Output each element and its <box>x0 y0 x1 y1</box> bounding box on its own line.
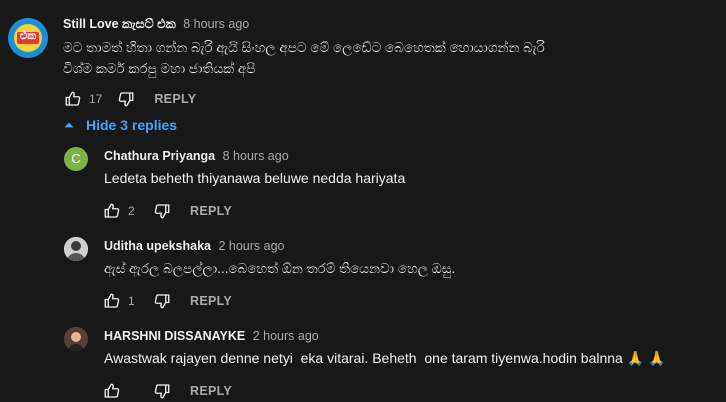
comment-header: Still Love කැසට් එක 8 hours ago <box>63 17 249 32</box>
like-button[interactable] <box>63 89 83 109</box>
avatar[interactable]: එක <box>8 18 48 58</box>
comment-author[interactable]: Still Love කැසට් එක <box>63 17 176 31</box>
reply-time[interactable]: 2 hours ago <box>253 329 319 343</box>
like-button[interactable] <box>102 291 122 311</box>
thumbs-up-icon <box>104 203 120 218</box>
reply-button[interactable]: REPLY <box>154 92 196 106</box>
comment-actions: 17 REPLY <box>63 88 196 110</box>
avatar[interactable] <box>64 327 88 351</box>
reply-author[interactable]: HARSHNI DISSANAYKE <box>104 329 245 343</box>
thumbs-up-icon <box>65 91 81 106</box>
thumbs-up-icon <box>104 293 120 308</box>
like-count: 1 <box>128 294 135 308</box>
comment-thread: එක Still Love කැසට් එක 8 hours ago මට තා… <box>0 0 726 402</box>
dislike-button[interactable] <box>116 89 136 109</box>
reply-author[interactable]: Chathura Priyanga <box>104 149 215 163</box>
avatar[interactable] <box>64 237 88 261</box>
hide-replies-label: Hide 3 replies <box>86 117 178 133</box>
avatar-letter: C <box>71 151 81 166</box>
avatar[interactable]: C <box>64 147 88 171</box>
dislike-button[interactable] <box>152 381 172 401</box>
reply-button[interactable]: REPLY <box>190 384 232 398</box>
reply-text: Ledeta beheth thiyanawa beluwe nedda har… <box>104 170 406 186</box>
dislike-button[interactable] <box>152 201 172 221</box>
reply-actions: REPLY <box>102 380 232 402</box>
reply-header: Uditha upekshaka 2 hours ago <box>104 239 285 253</box>
dislike-button[interactable] <box>152 291 172 311</box>
reply-button[interactable]: REPLY <box>190 294 232 308</box>
reply-header: Chathura Priyanga 8 hours ago <box>104 149 289 163</box>
thumbs-down-icon <box>154 384 170 399</box>
reply-text: ඇස් ඇරල බලපල්ලා...බෙහෙත් ඕන තරම් තියෙනවා… <box>104 261 456 276</box>
reply-actions: 1 REPLY <box>102 290 232 312</box>
reply-button[interactable]: REPLY <box>190 204 232 218</box>
comment-text-line-2: විශ්ම කර්ම කරපු මහා ජාතියක් අපි <box>63 61 256 76</box>
like-count: 2 <box>128 204 135 218</box>
reply-time[interactable]: 2 hours ago <box>218 239 284 253</box>
thumbs-up-icon <box>104 383 120 398</box>
like-button[interactable] <box>102 381 122 401</box>
reply-time[interactable]: 8 hours ago <box>223 149 289 163</box>
thumbs-down-icon <box>154 294 170 309</box>
reply-header: HARSHNI DISSANAYKE 2 hours ago <box>104 329 319 343</box>
hide-replies-toggle[interactable]: Hide 3 replies <box>62 117 177 133</box>
reply-author[interactable]: Uditha upekshaka <box>104 239 211 253</box>
reply-actions: 2 REPLY <box>102 200 232 222</box>
thumbs-down-icon <box>119 92 134 107</box>
avatar-logo-text: එක <box>19 30 37 42</box>
like-count: 17 <box>89 92 103 106</box>
comment-text-line-1: මට තාමත් හිතා ගන්න බැරි ඇයි සිංහල අපට මේ… <box>63 40 545 55</box>
like-button[interactable] <box>102 201 122 221</box>
comment-time[interactable]: 8 hours ago <box>183 17 249 31</box>
thumbs-down-icon <box>154 204 170 219</box>
chevron-up-icon <box>64 122 74 128</box>
reply-text: Awastwak rajayen denne netyi eka vitarai… <box>104 350 666 366</box>
